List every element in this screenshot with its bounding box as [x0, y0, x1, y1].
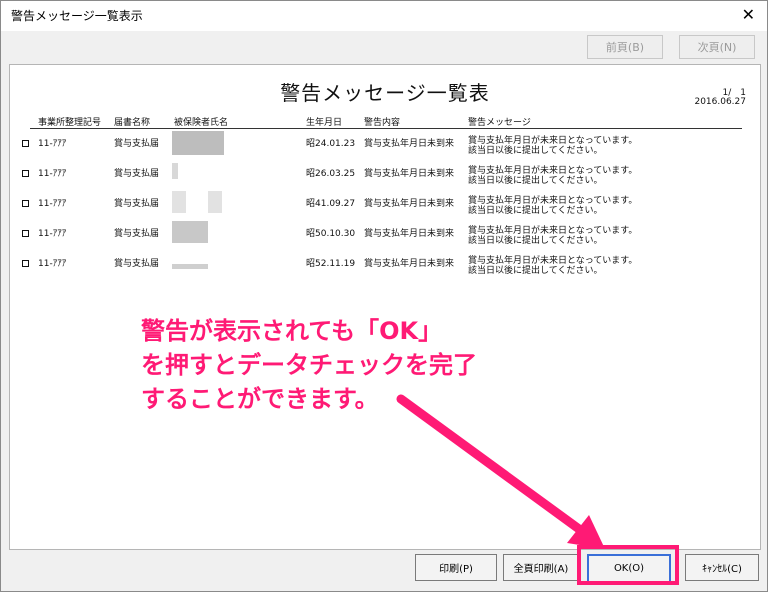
ok-highlight-frame [577, 545, 679, 585]
print-button[interactable]: 印刷(P) [415, 554, 497, 581]
callout-arrow-icon [396, 394, 605, 549]
warning-message-window: 警告メッセージ一覧表示 ✕ 前頁(B) 次頁(N) 警告メッセージ一覧表 1/ … [0, 0, 768, 592]
print-all-button[interactable]: 全頁印刷(A) [503, 554, 579, 581]
cancel-button[interactable]: ｷｬﾝｾﾙ(C) [685, 554, 759, 581]
